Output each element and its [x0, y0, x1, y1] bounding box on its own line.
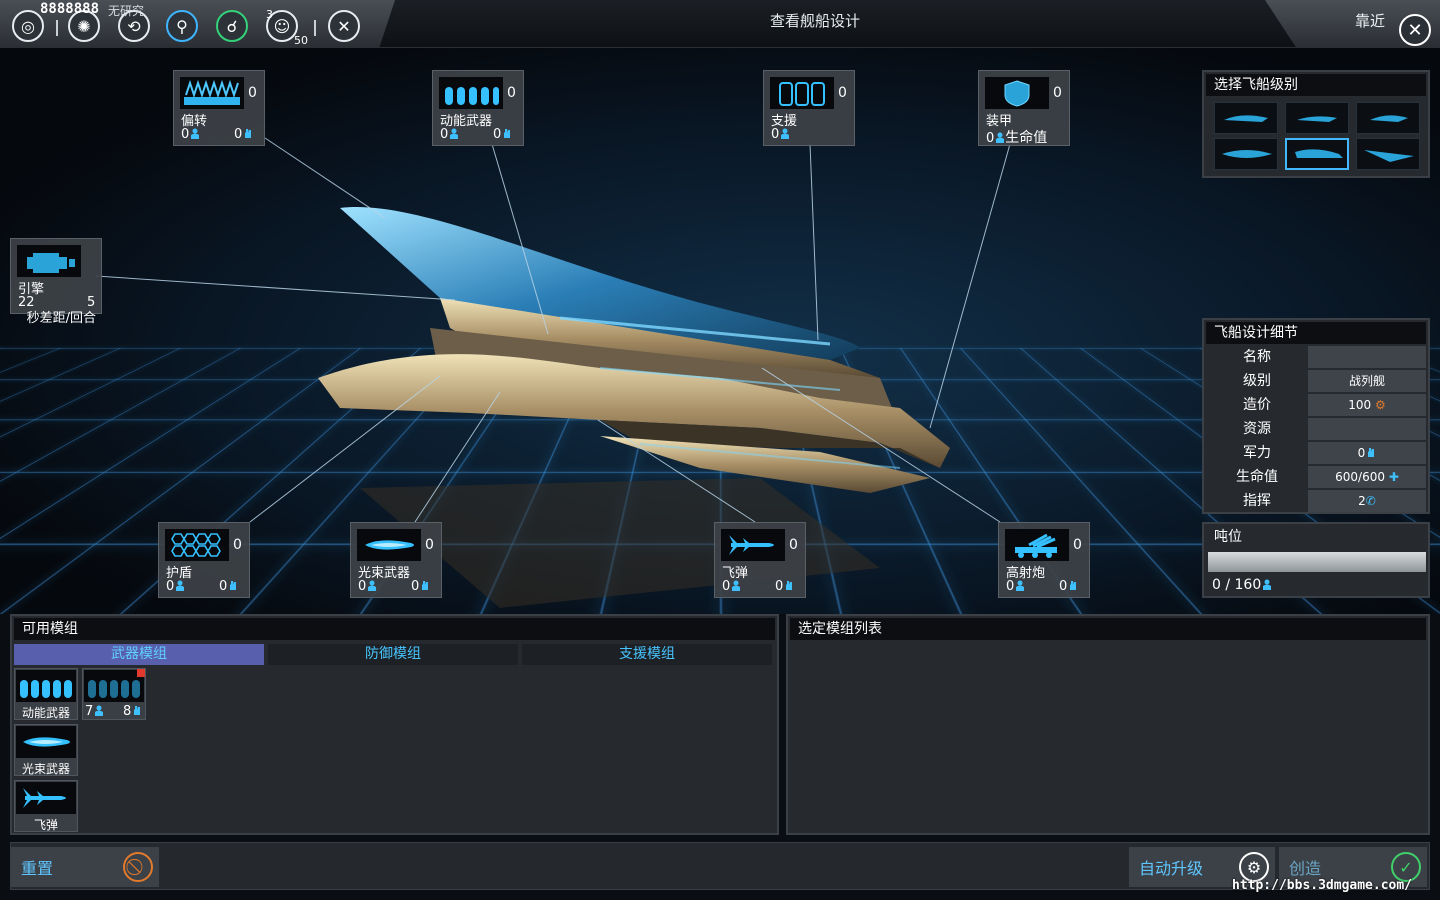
ship-class-option[interactable]	[1356, 102, 1420, 134]
ship-class-title: 选择飞船级别	[1206, 74, 1426, 96]
ship-class-panel: 选择飞船级别	[1202, 70, 1430, 178]
detail-row-military: 军力 0	[1208, 442, 1426, 464]
module-kinetic-weapon[interactable]: 动能武器	[14, 668, 78, 720]
ship-class-option[interactable]	[1356, 138, 1420, 170]
beam-weapon-icon	[357, 529, 421, 561]
detail-row-name: 名称	[1208, 346, 1426, 368]
tab-defense-modules[interactable]: 防御模组	[268, 644, 518, 665]
close-button[interactable]: ✕	[1399, 14, 1431, 46]
top-bar: ◎ ✺ ⟲ ⚲ ☌ ☺ ✕ 8888888 无研究 3 50 查看舰船设计 靠近…	[0, 0, 1440, 48]
new-indicator	[137, 669, 145, 677]
missile-icon	[721, 529, 785, 561]
slot-flak[interactable]: 0 高射炮 0 0	[998, 522, 1090, 598]
support-icon	[770, 77, 834, 109]
selected-modules-title: 选定模组列表	[790, 618, 1426, 640]
tab-weapon-modules[interactable]: 武器模组	[14, 644, 264, 665]
ship-detail-panel: 飞船设计细节 名称 级别 战列舰 造价 100 ⚙ 资源 军力 0 生命值 60…	[1202, 318, 1430, 514]
module-missile[interactable]: 飞弹	[14, 780, 78, 832]
cancel-icon: ⃠	[123, 852, 153, 882]
tonnage-value: 0 / 160	[1212, 577, 1261, 593]
kinetic-weapon-icon	[16, 670, 76, 702]
slot-beam-weapon[interactable]: 0 光束武器 0 0	[350, 522, 442, 598]
tab-support-modules[interactable]: 支援模组	[522, 644, 772, 665]
detail-row-class: 级别 战列舰	[1208, 370, 1426, 392]
deflector-icon	[180, 77, 244, 109]
tonnage-panel: 吨位 0 / 160	[1202, 522, 1430, 598]
slot-kinetic-weapon[interactable]: 0 动能武器 0 0	[432, 70, 524, 146]
detail-row-resource: 资源	[1208, 418, 1426, 440]
engine-icon	[17, 245, 81, 277]
close-icon: ✕	[1407, 20, 1422, 41]
module-beam-weapon[interactable]: 光束武器	[14, 724, 78, 776]
page-title: 查看舰船设计	[0, 10, 1440, 31]
armor-icon	[985, 77, 1049, 109]
reset-button[interactable]: 重置 ⃠	[11, 847, 159, 887]
detail-row-hp: 生命值 600/600 ✚	[1208, 466, 1426, 488]
shield-icon	[165, 529, 229, 561]
slot-missile[interactable]: 0 飞弹 0 0	[714, 522, 806, 598]
kinetic-weapon-icon	[439, 77, 503, 109]
plus-icon: ✚	[1389, 470, 1399, 484]
selected-modules-panel: 选定模组列表	[786, 614, 1430, 835]
ship-class-option-selected[interactable]	[1285, 138, 1349, 170]
missile-icon	[16, 782, 76, 814]
detail-row-cost: 造价 100 ⚙	[1208, 394, 1426, 416]
ship-name-field[interactable]	[1308, 346, 1426, 368]
ship-class-option[interactable]	[1214, 138, 1278, 170]
flak-icon	[1005, 529, 1069, 561]
detail-row-command: 指挥 2✆	[1208, 490, 1426, 512]
tonnage-bar	[1208, 552, 1426, 572]
ship-class-option[interactable]	[1285, 102, 1349, 134]
gear-icon: ⚙	[1375, 398, 1386, 412]
ship-class-option[interactable]	[1214, 102, 1278, 134]
slot-engine[interactable]: 引擎 22 5	[10, 238, 102, 314]
engine-speed-unit: 秒差距/回合	[10, 311, 96, 326]
slot-deflector[interactable]: 0 偏转 0 0	[173, 70, 265, 146]
kinetic-weapon-dark-icon	[84, 670, 144, 702]
slot-armor[interactable]: 0 装甲 0 生命值	[978, 70, 1070, 146]
zoom-in-button[interactable]: 靠近	[1355, 10, 1385, 31]
crew-icon	[1262, 579, 1272, 590]
tonnage-title: 吨位	[1206, 526, 1426, 548]
available-modules-title: 可用模组	[14, 618, 775, 640]
footer-bar: 重置 ⃠ 自动升级 ⚙ 创造 ✓	[10, 842, 1430, 890]
population-count: 50	[294, 34, 308, 47]
module-kinetic-upgrade[interactable]: 7 8	[82, 668, 146, 720]
slot-shield[interactable]: 0 护盾 0 0	[158, 522, 250, 598]
fist-icon	[1366, 447, 1376, 458]
ship-detail-title: 飞船设计细节	[1206, 322, 1426, 344]
satellite-icon: ✆	[1366, 494, 1376, 508]
beam-weapon-icon	[16, 726, 76, 758]
watermark: http://bbs.3dmgame.com/	[1232, 878, 1412, 893]
slot-support[interactable]: 0 支援 0	[763, 70, 855, 146]
available-modules-panel: 可用模组 武器模组 防御模组 支援模组 动能武器 7 8 光束武器 飞弹	[10, 614, 779, 835]
